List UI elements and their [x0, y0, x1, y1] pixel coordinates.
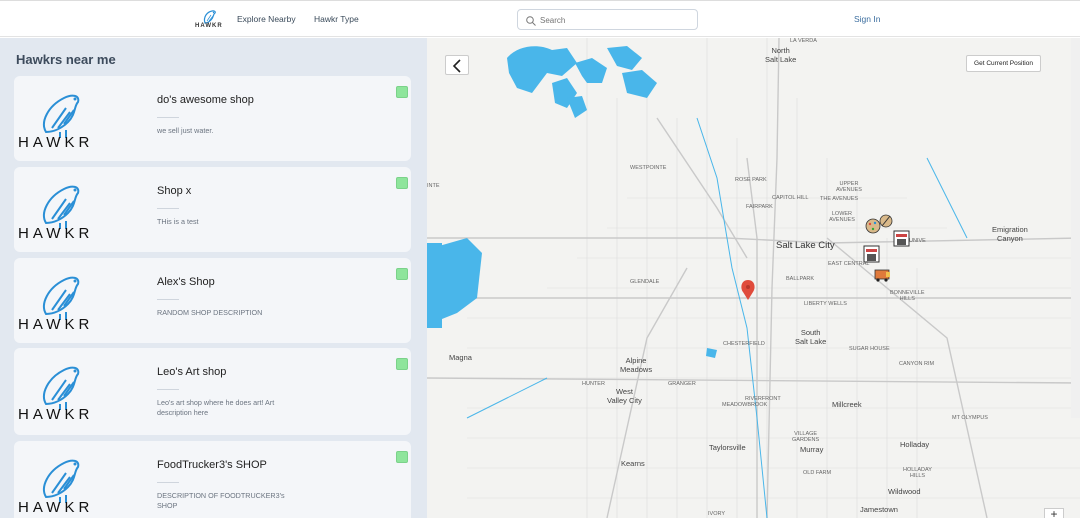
divider [157, 482, 179, 483]
map-label: Taylorsville [709, 443, 746, 452]
food-truck-marker-icon[interactable] [874, 269, 890, 282]
map-label: Salt Lake City [776, 240, 835, 251]
map-label: MEADOWBROOK [722, 402, 768, 408]
shop-card[interactable]: HAWKR Alex's Shop RANDOM SHOP DESCRIPTIO… [14, 258, 411, 343]
open-status-indicator [396, 358, 408, 370]
map-label: CHESTERFIELD [723, 341, 765, 347]
shop-description: THis is a test [157, 217, 199, 226]
map-label: North Salt Lake [765, 46, 797, 64]
map-label: LOWER AVENUES [829, 211, 855, 223]
map-view[interactable]: North Salt Lake LA VERDA WESTPOINTE ROSE… [427, 38, 1080, 518]
art-shop-marker-icon[interactable] [865, 214, 893, 234]
map-label: VILLAGE GARDENS [792, 431, 820, 443]
divider [157, 117, 179, 118]
map-label: ROSE PARK [735, 177, 767, 183]
map-label: UPPER AVENUES [836, 181, 862, 193]
search-box [517, 9, 698, 30]
map-label: Jamestown [860, 505, 898, 514]
open-status-indicator [396, 177, 408, 189]
map-label: OLD FARM [803, 470, 832, 476]
divider [157, 389, 179, 390]
hawkr-brand-logo: HAWKR [18, 455, 113, 513]
shop-description: we sell just water. [157, 126, 214, 135]
hawkr-wordmark: HAWKR [18, 134, 93, 148]
shop-name: FoodTrucker3's SHOP [157, 459, 267, 471]
nav-hawkr-type[interactable]: Hawkr Type [314, 14, 359, 24]
hawkr-wordmark: HAWKR [18, 499, 93, 513]
storefront-marker-icon[interactable] [893, 230, 910, 247]
sidebar-title: Hawkrs near me [16, 52, 116, 67]
divider [157, 208, 179, 209]
map-label: Murray [800, 445, 824, 454]
map-label: WESTPOINTE [630, 165, 667, 171]
shop-name: do's awesome shop [157, 94, 254, 106]
map-label: GLENDALE [630, 279, 660, 285]
map-label: BONNEVILLE HILLS [890, 290, 925, 302]
map-canvas[interactable] [427, 38, 1080, 518]
open-status-indicator [396, 268, 408, 280]
hawkr-logo-text: HAWKR [195, 23, 223, 29]
nav-explore-nearby[interactable]: Explore Nearby [237, 14, 296, 24]
map-label: CANYON RIM [899, 361, 935, 367]
hawkr-brand-logo: HAWKR [18, 272, 113, 330]
map-label: South Salt Lake [795, 328, 827, 346]
shop-card[interactable]: HAWKR Leo's Art shop Leo's art shop wher… [14, 348, 411, 435]
chevron-left-icon [452, 59, 461, 73]
map-label: IVORY [708, 511, 726, 517]
hawkr-brand-logo: HAWKR [18, 362, 113, 420]
hawkr-wordmark: HAWKR [18, 225, 93, 239]
search-icon [525, 14, 537, 26]
search-input[interactable] [540, 13, 690, 27]
open-status-indicator [396, 451, 408, 463]
map-label: GRANGER [668, 381, 696, 387]
map-label: Holladay [900, 440, 930, 449]
divider [157, 299, 179, 300]
shop-description: Leo's art shop where he does art! Art de… [157, 398, 275, 417]
shop-description: RANDOM SHOP DESCRIPTION [157, 308, 263, 317]
map-label: LIBERTY WELLS [804, 301, 847, 307]
hawkr-brand-logo: HAWKR [18, 90, 113, 148]
top-navbar: HAWKR Explore Nearby Hawkr Type Sign In [0, 0, 1080, 37]
shop-card[interactable]: HAWKR Shop x THis is a test [14, 167, 411, 252]
zoom-in-button[interactable]: + [1044, 508, 1064, 518]
page-scrollbar[interactable] [1071, 38, 1080, 418]
sign-in-link[interactable]: Sign In [854, 14, 880, 24]
map-label: Kearns [621, 459, 645, 468]
map-label: SUGAR HOUSE [849, 346, 890, 352]
map-label: BALLPARK [786, 276, 815, 282]
map-label: Millcreek [832, 400, 862, 409]
back-button[interactable] [445, 55, 469, 75]
shop-name: Leo's Art shop [157, 366, 227, 378]
shop-name: Alex's Shop [157, 276, 215, 288]
get-current-position-button[interactable]: Get Current Position [966, 55, 1041, 72]
map-label: HUNTER [582, 381, 605, 387]
map-label: Wildwood [888, 487, 921, 496]
shop-card[interactable]: HAWKR do's awesome shop we sell just wat… [14, 76, 411, 161]
hawkr-wordmark: HAWKR [18, 406, 93, 420]
map-label: FAIRPARK [746, 204, 773, 210]
map-label: UNIVE [909, 238, 926, 244]
storefront-marker-icon[interactable] [863, 245, 880, 263]
map-label: MT OLYMPUS [952, 415, 988, 421]
map-label: Emigration Canyon [992, 225, 1028, 243]
hawkr-wordmark: HAWKR [18, 316, 93, 330]
map-label: West Valley City [607, 387, 642, 405]
open-status-indicator [396, 86, 408, 98]
map-label: INTE [427, 183, 440, 189]
map-label: CAPITOL HILL [772, 195, 809, 201]
shop-description: DESCRIPTION OF FOODTRUCKER3's SHOP [157, 491, 285, 510]
map-label: Magna [449, 353, 472, 362]
map-label: HOLLADAY HILLS [903, 467, 932, 479]
location-pin-icon[interactable] [741, 280, 755, 300]
shop-list-sidebar[interactable]: Hawkrs near me HAWKR do's awesome shop w… [0, 38, 427, 518]
map-label: EAST CENTRAL [828, 261, 870, 267]
hawkr-brand-logo: HAWKR [18, 181, 113, 239]
shop-name: Shop x [157, 185, 192, 197]
map-label: LA VERDA [790, 38, 817, 44]
shop-card[interactable]: HAWKR FoodTrucker3's SHOP DESCRIPTION OF… [14, 441, 411, 518]
map-label: THE AVENUES [820, 196, 859, 202]
map-label: Alpine Meadows [620, 356, 653, 374]
